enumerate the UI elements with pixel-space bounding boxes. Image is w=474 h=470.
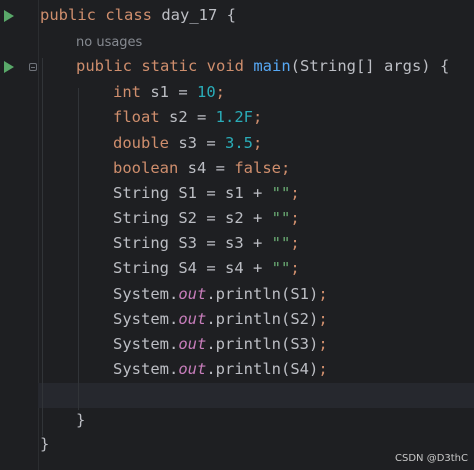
code-token: boolean [113,159,188,177]
code-token: ; [290,259,300,277]
code-line: System.out.println(S1); [113,282,328,307]
indent-guide [42,58,43,436]
code-token: s3 = [178,134,225,152]
code-token: System. [113,285,179,303]
code-token: s2 = [169,108,216,126]
code-token: String S3 = s3 + [113,234,272,252]
code-token: out [178,310,207,328]
code-token: System. [113,310,179,328]
code-token: 1.2F [215,108,253,126]
code-token: System. [113,335,179,353]
code-token: } [76,411,86,429]
code-line: boolean s4 = false; [113,156,290,181]
code-token: main [253,57,291,75]
code-token: public [40,6,106,24]
current-line-highlight [38,383,474,408]
code-token: public [76,57,142,75]
code-token: void [206,57,254,75]
run-class-icon[interactable] [4,10,14,22]
code-token: .println(S2) [206,310,319,328]
code-line: System.out.println(S3); [113,332,328,357]
code-token: "" [271,184,291,202]
code-token: "" [271,259,291,277]
code-editor[interactable]: public class day_17 { no usages public sta… [0,0,474,470]
code-token: .println(S3) [206,335,319,353]
code-token: out [178,360,207,378]
code-line: String S1 = s1 + ""; [113,181,300,206]
code-line: String S3 = s3 + ""; [113,231,300,256]
code-token: s1 = [150,83,197,101]
code-token: String S2 = s2 + [113,209,272,227]
code-token: double [113,134,179,152]
code-token: 10 [197,83,216,101]
code-token: ; [215,83,226,101]
code-line: } [40,432,49,457]
code-token: ; [253,108,263,126]
code-token: ; [290,184,300,202]
usages-hint: no usages [76,29,142,54]
indent-guide [78,88,79,410]
code-token: System. [113,360,179,378]
code-token: "" [271,209,291,227]
code-token: .println(S1) [206,285,319,303]
code-line: System.out.println(S2); [113,307,328,332]
code-token: int [113,83,151,101]
code-line: System.out.println(S4); [113,357,328,382]
code-token: day_17 { [161,6,236,24]
code-line: String S4 = s4 + ""; [113,256,300,281]
code-token: String S1 = s1 + [113,184,272,202]
run-main-icon[interactable] [4,61,14,73]
fold-icon[interactable] [29,63,37,71]
code-token: static [141,57,207,75]
code-token: String S4 = s4 + [113,259,272,277]
code-token: float [113,108,169,126]
code-token: s4 = [187,159,235,177]
code-token: 3.5 [225,134,253,152]
code-token: .println(S4) [206,360,319,378]
watermark: CSDN @D3thC [395,453,468,464]
hint-text[interactable]: no usages [76,35,142,50]
code-token: false [234,159,281,177]
code-token: ; [318,285,328,303]
code-token: ; [290,209,300,227]
code-token: ; [318,335,328,353]
code-token: out [178,285,207,303]
code-line: double s3 = 3.5; [113,131,262,156]
code-token: (String[] args) { [290,57,450,75]
code-token: ; [281,159,291,177]
code-line: float s2 = 1.2F; [113,105,262,130]
code-line: } [76,408,85,433]
code-token: "" [271,234,291,252]
code-line: public static void main(String[] args) { [76,54,449,79]
code-line: int s1 = 10; [113,80,225,105]
code-line: public class day_17 { [40,3,236,28]
code-token: } [40,435,50,453]
code-line: String S2 = s2 + ""; [113,206,300,231]
code-token: out [178,335,207,353]
code-token: ; [318,310,328,328]
code-token: ; [318,360,328,378]
code-token: ; [253,134,263,152]
code-token: class [105,6,162,24]
code-token: ; [290,234,300,252]
